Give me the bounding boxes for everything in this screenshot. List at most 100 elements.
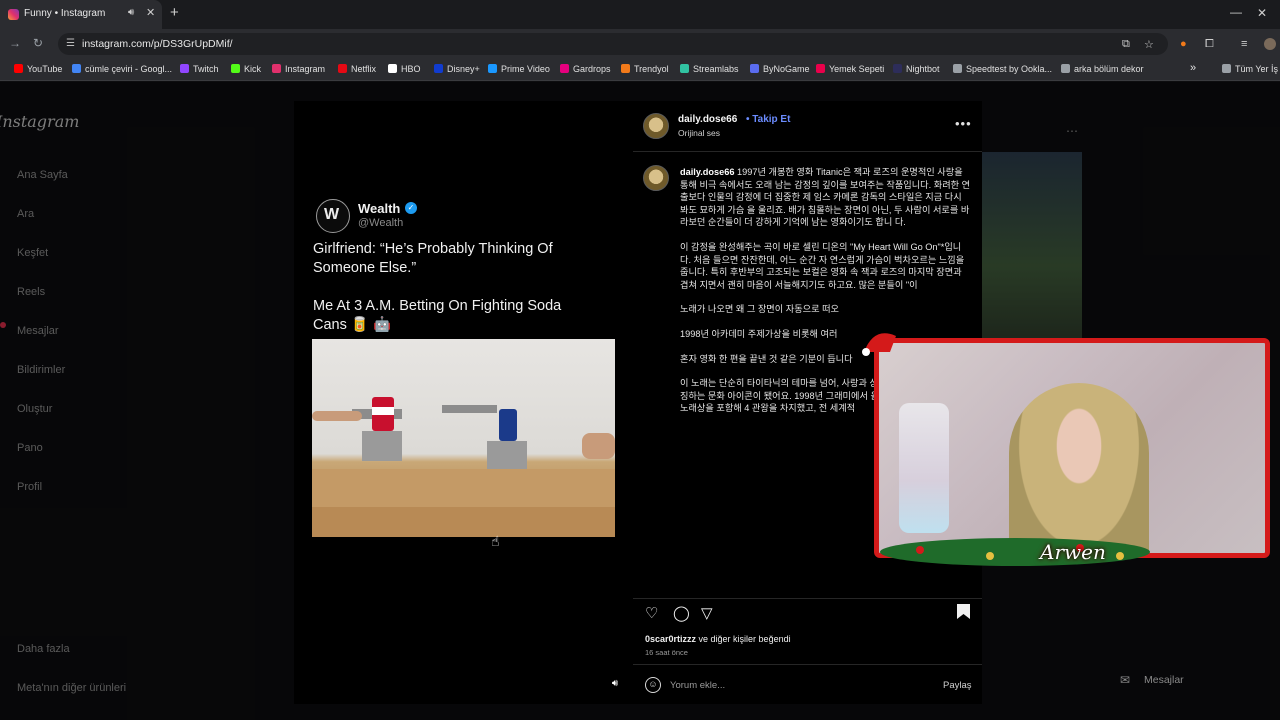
folder-icon: [1061, 64, 1070, 73]
url-text: instagram.com/p/DS3GrUpDMif/: [82, 38, 233, 50]
caption-username[interactable]: daily.dose66: [680, 167, 734, 177]
video-mute-icon[interactable]: 🔊︎: [606, 678, 624, 694]
bookmark-kick[interactable]: Kick: [231, 64, 261, 74]
tweet-handle: @Wealth: [358, 217, 404, 229]
netflix-icon: [338, 64, 347, 73]
messages-label: Mesajlar: [1144, 674, 1184, 686]
caption-paragraph: 이 감정을 완성해주는 곡이 바로 셀린 디온의 "My Heart Will …: [680, 241, 965, 290]
caption-paragraph: 노래가 나오면 왜 그 장면이 자동으로 떠오: [680, 304, 840, 315]
yemeksepeti-icon: [816, 64, 825, 73]
speaker-icon[interactable]: 🔊︎: [128, 7, 134, 18]
youtube-icon: [14, 64, 23, 73]
disney-icon: [434, 64, 443, 73]
likes-summary[interactable]: 0scar0rtizzz ve diğer kişiler beğendi: [645, 634, 791, 644]
messages-bubble[interactable]: ✉ Mesajlar: [1114, 670, 1252, 692]
install-app-icon[interactable]: ⧉: [1122, 38, 1130, 51]
save-bookmark-icon[interactable]: [957, 604, 970, 623]
tweet-text-line: Girlfriend: “He’s Probably Thinking Of: [313, 241, 553, 257]
bookmark-bynogame[interactable]: ByNoGame: [750, 64, 810, 74]
forward-icon[interactable]: →: [9, 36, 21, 50]
bookmark-twitch[interactable]: Twitch: [180, 64, 219, 74]
bookmark-label: Netflix: [351, 64, 377, 74]
all-bookmarks-link[interactable]: Tüm Yer İş: [1222, 64, 1278, 74]
wealth-logo-icon: W: [324, 206, 340, 223]
original-audio-link[interactable]: Orijinal ses: [678, 128, 720, 138]
bookmark-star-icon[interactable]: ☆: [1144, 38, 1154, 51]
bookmark-speedtest-by-ookla[interactable]: Speedtest by Ookla...: [953, 64, 1052, 74]
bookmark-hbo[interactable]: HBO: [388, 64, 421, 74]
prime-icon: [488, 64, 497, 73]
bookmark-netflix[interactable]: Netflix: [338, 64, 376, 74]
bookmarks-overflow-icon[interactable]: »: [1190, 62, 1196, 74]
comment-input[interactable]: [670, 678, 920, 692]
soda-can-robots-illustration: [312, 397, 615, 537]
author-username[interactable]: daily.dose66: [678, 114, 737, 125]
bookmark-instagram[interactable]: Instagram: [272, 64, 325, 74]
bookmark-gardrops[interactable]: Gardrops: [560, 64, 611, 74]
divider: [633, 664, 982, 665]
bookmark-streamlabs[interactable]: Streamlabs: [680, 64, 739, 74]
bookmark-cümle-çeviri-googl[interactable]: cümle çeviri - Googl...: [72, 64, 172, 74]
follow-button[interactable]: • Takip Et: [746, 114, 790, 125]
address-bar[interactable]: ☰ instagram.com/p/DS3GrUpDMif/: [58, 33, 1168, 55]
browser-tab[interactable]: Funny • Instagram 🔊︎ ✕: [0, 0, 162, 29]
like-heart-icon[interactable]: ♡: [645, 604, 658, 622]
minimize-window-icon[interactable]: —: [1230, 5, 1242, 19]
bookmark-yemek-sepeti[interactable]: Yemek Sepeti: [816, 64, 884, 74]
bookmark-label: Gardrops: [573, 64, 611, 74]
divider: [633, 151, 982, 152]
bookmark-arka-bölüm-dekor[interactable]: arka bölüm dekor: [1061, 64, 1144, 74]
bookmark-nightbot[interactable]: Nightbot: [893, 64, 940, 74]
bookmark-prime-video[interactable]: Prime Video: [488, 64, 550, 74]
christmas-garland-decoration: [880, 538, 1150, 566]
bookmark-label: Instagram: [285, 64, 326, 74]
tweet-text-line: Me At 3 A.M. Betting On Fighting Soda: [313, 298, 562, 314]
post-timestamp[interactable]: 16 saat önce: [645, 648, 688, 657]
mouse-cursor-icon: ☝︎: [491, 533, 500, 549]
kick-icon: [231, 64, 240, 73]
gardrops-icon: [560, 64, 569, 73]
tweet-text-line: Cans 🥫 🤖: [313, 317, 392, 333]
bookmark-trendyol[interactable]: Trendyol: [621, 64, 669, 74]
bookmark-youtube[interactable]: YouTube: [14, 64, 62, 74]
divider: [633, 598, 982, 599]
instagram-icon: [272, 64, 281, 73]
site-info-icon[interactable]: ☰: [66, 38, 75, 49]
new-tab-button[interactable]: +: [170, 4, 179, 21]
bookmark-label: Nightbot: [906, 64, 940, 74]
water-bottle-image: [899, 403, 949, 533]
bynogame-icon: [750, 64, 759, 73]
twitch-icon: [180, 64, 189, 73]
reload-icon[interactable]: ↻: [33, 36, 43, 50]
trendyol-icon: [621, 64, 630, 73]
comment-icon[interactable]: ◯: [673, 604, 690, 622]
close-tab-icon[interactable]: ✕: [146, 6, 155, 19]
video-frame[interactable]: [312, 339, 615, 537]
bookmark-label: Trendyol: [634, 64, 669, 74]
close-window-icon[interactable]: ✕: [1257, 6, 1267, 20]
caption-author-avatar[interactable]: [643, 165, 669, 191]
author-avatar[interactable]: [643, 113, 669, 139]
google-icon: [72, 64, 81, 73]
extension-icon[interactable]: ●: [1180, 38, 1187, 50]
streamlabs-icon: [680, 64, 689, 73]
profile-avatar[interactable]: [1264, 38, 1276, 50]
bookmark-label: YouTube: [27, 64, 63, 74]
hbo-icon: [388, 64, 397, 73]
tab-title: Funny • Instagram: [24, 8, 106, 19]
bookmark-label: arka bölüm dekor: [1074, 64, 1144, 74]
verified-badge-icon: ✓: [405, 202, 417, 214]
share-send-icon[interactable]: ▽: [701, 604, 713, 622]
bookmark-label: HBO: [401, 64, 421, 74]
emoji-picker-icon[interactable]: ☺: [645, 677, 661, 693]
folder-icon: [1222, 64, 1231, 73]
media-control-icon[interactable]: ≡: [1241, 38, 1247, 50]
post-options-icon[interactable]: •••: [955, 116, 972, 131]
bookmark-filled-icon: [957, 604, 970, 619]
bookmark-label: Speedtest by Ookla...: [966, 64, 1053, 74]
post-comment-button[interactable]: Paylaş: [943, 680, 972, 691]
bookmark-disney[interactable]: Disney+: [434, 64, 480, 74]
extensions-puzzle-icon[interactable]: ⧠: [1205, 38, 1214, 51]
tweet-text-line: Someone Else.”: [313, 260, 417, 276]
streamer-name: Arwen: [1040, 540, 1106, 564]
